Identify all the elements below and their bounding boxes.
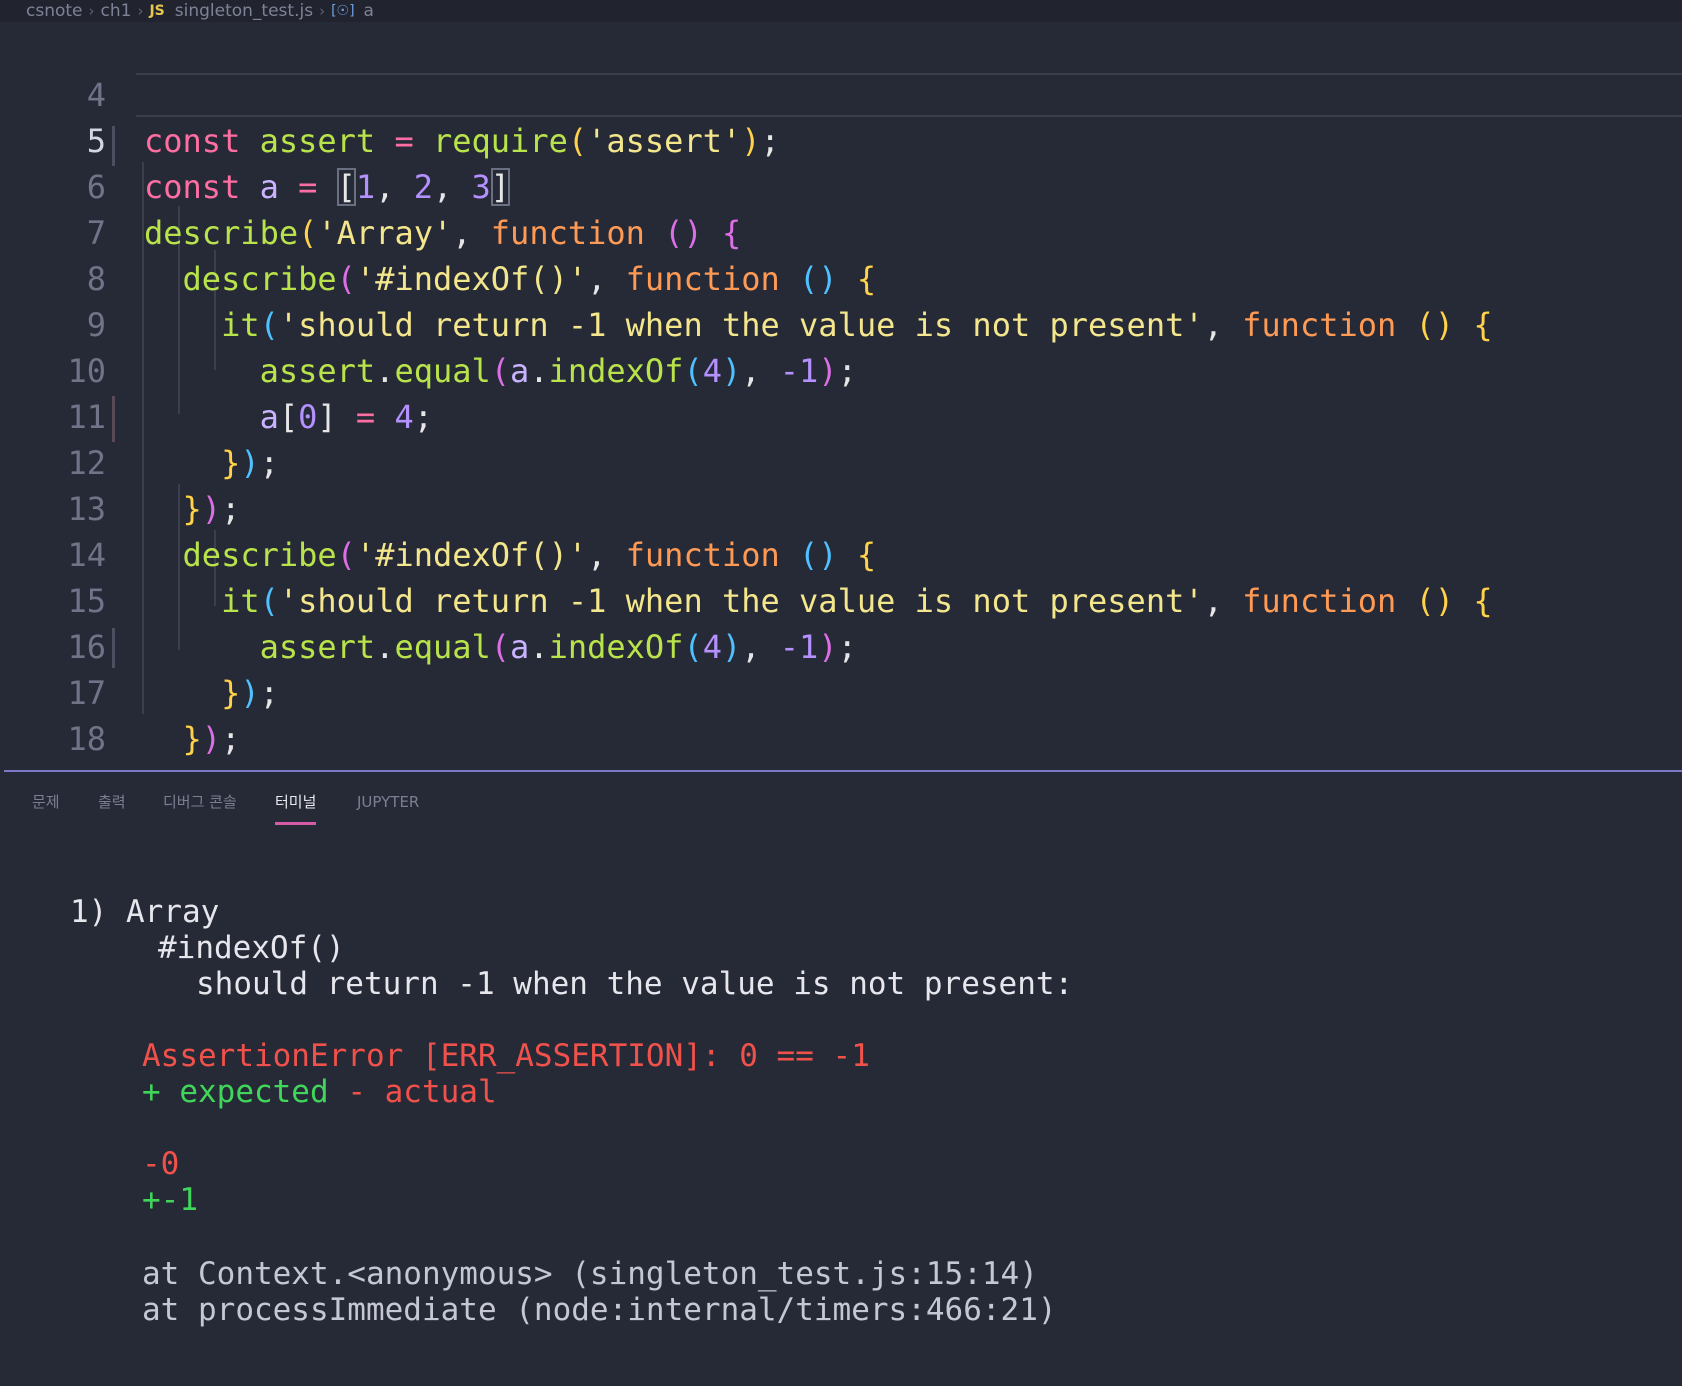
code-line[interactable]: 8 it('should return -1 when the value is… xyxy=(0,210,1682,344)
tab-problems[interactable]: 문제 xyxy=(32,786,60,822)
terminal-line: #indexOf() xyxy=(158,930,345,966)
terminal-line: should return -1 when the value is not p… xyxy=(196,966,1074,1002)
code-line[interactable]: 9 assert.equal(a.indexOf(4), -1); xyxy=(0,256,1682,390)
code-editor[interactable]: 4 const assert = require('assert'); 5 co… xyxy=(0,22,1682,804)
breadcrumb-item-ch1[interactable]: ch1 xyxy=(101,1,132,21)
breadcrumb-item-symbol[interactable]: a xyxy=(364,1,374,21)
breadcrumb-item-file[interactable]: singleton_test.js xyxy=(175,1,313,21)
terminal-stack-line: at Context.<anonymous> (singleton_test.j… xyxy=(142,1256,1038,1292)
chevron-right-icon: › xyxy=(88,2,95,20)
tab-terminal[interactable]: 터미널 xyxy=(275,786,317,825)
code-line[interactable]: 16 }); xyxy=(0,578,1682,712)
terminal-error-line: AssertionError [ERR_ASSERTION]: 0 == -1 xyxy=(142,1038,870,1074)
code-line[interactable]: 14 it('should return -1 when the value i… xyxy=(0,486,1682,620)
code-line[interactable]: 17 }); xyxy=(0,624,1682,758)
code-line[interactable]: 10 a[0] = 4; xyxy=(0,302,1682,436)
chevron-right-icon: › xyxy=(319,2,326,20)
breadcrumb-item-csnote[interactable]: csnote xyxy=(26,1,83,21)
code-line[interactable]: 18 }); xyxy=(0,670,1682,804)
line-number: 18 xyxy=(67,720,106,758)
javascript-file-icon: JS xyxy=(149,3,165,19)
vscode-window: csnote › ch1 › JS singleton_test.js › [☉… xyxy=(0,0,1682,1386)
bottom-panel: 문제 출력 디버그 콘솔 터미널 JUPYTER 1) Array #index… xyxy=(0,772,1682,1386)
code-line[interactable]: 12 }); xyxy=(0,394,1682,528)
code-line[interactable]: 13 describe('#indexOf()', function () { xyxy=(0,440,1682,574)
code-line[interactable]: 15 assert.equal(a.indexOf(4), -1); xyxy=(0,532,1682,666)
terminal-line: 1) Array xyxy=(70,894,220,930)
code-line-current[interactable]: 5 const a = [1, 2, 3] xyxy=(0,72,1682,206)
variable-symbol-icon: [☉] xyxy=(331,3,355,19)
code-line[interactable]: 4 const assert = require('assert'); xyxy=(0,26,1682,160)
code-line[interactable]: 11 }); xyxy=(0,348,1682,482)
code-text: }); xyxy=(182,720,241,758)
tab-output[interactable]: 출력 xyxy=(98,786,126,822)
terminal-diff-actual: -0 xyxy=(142,1146,180,1182)
code-line[interactable]: 7 describe('#indexOf()', function () { xyxy=(0,164,1682,298)
code-line[interactable]: 6 describe('Array', function () { xyxy=(0,118,1682,252)
tab-jupyter[interactable]: JUPYTER xyxy=(357,786,419,822)
terminal-stack-line: at processImmediate (node:internal/timer… xyxy=(142,1292,1057,1328)
chevron-right-icon: › xyxy=(137,2,144,20)
terminal-legend-line: + expected - actual xyxy=(142,1074,497,1110)
terminal-diff-expected: +-1 xyxy=(142,1182,198,1218)
breadcrumb: csnote › ch1 › JS singleton_test.js › [☉… xyxy=(0,0,1682,22)
tab-debug-console[interactable]: 디버그 콘솔 xyxy=(163,786,237,822)
